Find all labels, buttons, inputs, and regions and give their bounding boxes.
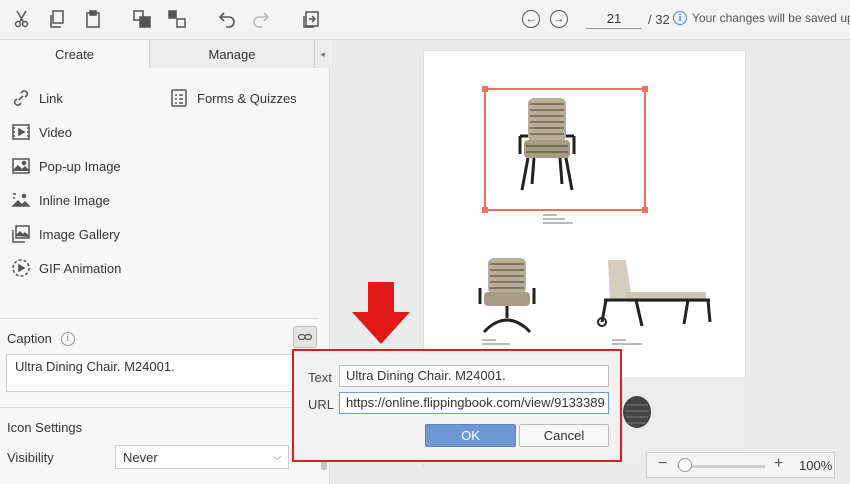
zoom-control: − + 100%	[646, 452, 835, 478]
product-caption	[612, 339, 642, 347]
tool-forms-quizzes[interactable]: Forms & Quizzes	[169, 88, 297, 108]
product-caption	[482, 339, 510, 347]
tool-inline-image[interactable]: Inline Image	[11, 190, 110, 210]
tool-gif-animation[interactable]: GIF Animation	[11, 258, 121, 278]
tool-label: Link	[39, 90, 63, 106]
redo-icon[interactable]	[251, 8, 273, 30]
collapse-sidebar-button[interactable]: ◂	[314, 40, 330, 68]
sidebar-tabs: Create Manage ◂	[0, 40, 330, 68]
bring-forward-icon[interactable]	[131, 8, 153, 30]
video-icon	[12, 124, 30, 140]
tool-label: Inline Image	[39, 192, 110, 208]
tab-create[interactable]: Create	[0, 40, 150, 68]
save-notice-text: Your changes will be saved upon	[692, 11, 850, 25]
cut-icon[interactable]	[12, 8, 34, 30]
text-label: Text	[308, 370, 332, 385]
page-number-input[interactable]	[586, 9, 642, 29]
link-icon	[297, 333, 313, 341]
form-icon	[171, 89, 187, 107]
visibility-select[interactable]: Never ⌵	[115, 445, 289, 469]
url-input[interactable]: https://online.flippingbook.com/view/913…	[339, 392, 609, 414]
tool-image-gallery[interactable]: Image Gallery	[11, 224, 120, 244]
ok-button[interactable]: OK	[425, 424, 516, 447]
left-sidebar: Create Manage ◂ Link Forms & Quizzes Vid…	[0, 40, 330, 484]
undo-icon[interactable]	[215, 8, 237, 30]
tool-label: Video	[39, 124, 73, 140]
zoom-in-button[interactable]: +	[774, 455, 783, 473]
tool-label: Image Gallery	[39, 226, 120, 242]
chevron-down-icon: ⌵	[273, 451, 281, 463]
caption-label: Caption i	[7, 331, 75, 346]
resize-handle[interactable]	[482, 86, 488, 92]
tool-label: Pop-up Image	[39, 158, 121, 174]
info-icon[interactable]: i	[60, 331, 75, 346]
image-icon	[12, 158, 30, 174]
next-page-icon[interactable]: →	[550, 10, 568, 28]
selected-link-area[interactable]	[482, 86, 648, 213]
link-icon	[13, 90, 29, 106]
url-label: URL	[308, 397, 335, 412]
divider	[0, 407, 318, 408]
swivel-chair-image[interactable]	[474, 256, 540, 336]
save-notice: i Your changes will be saved upon	[673, 11, 850, 25]
icon-settings-title: Icon Settings	[7, 420, 83, 435]
tool-label: GIF Animation	[39, 260, 122, 276]
page-navigation: ← → / 32	[522, 8, 670, 30]
tool-video[interactable]: Video	[11, 122, 72, 142]
total-pages: / 32	[648, 11, 670, 27]
tab-manage[interactable]: Manage	[150, 40, 314, 68]
tool-popup-image[interactable]: Pop-up Image	[11, 156, 121, 176]
resize-handle[interactable]	[642, 207, 648, 213]
link-text-input[interactable]: Ultra Dining Chair. M24001.	[339, 365, 609, 387]
zoom-out-button[interactable]: −	[658, 455, 667, 473]
caption-input[interactable]: Ultra Dining Chair. M24001.	[6, 354, 318, 392]
info-icon[interactable]: i	[673, 11, 687, 25]
prev-page-icon[interactable]: ←	[522, 10, 540, 28]
resize-handle[interactable]	[482, 207, 488, 213]
chaise-lounge-image[interactable]	[596, 256, 714, 336]
divider	[0, 318, 318, 319]
zoom-slider-handle[interactable]	[678, 458, 692, 472]
resize-handle[interactable]	[642, 86, 648, 92]
cancel-button[interactable]: Cancel	[519, 424, 609, 447]
product-caption	[543, 214, 573, 226]
copy-icon[interactable]	[46, 8, 68, 30]
arrow-down-icon	[352, 282, 410, 344]
caption-label-text: Caption	[7, 331, 52, 346]
tool-label: Forms & Quizzes	[197, 90, 297, 106]
fabric-swatch-image	[623, 396, 651, 428]
visibility-label: Visibility	[7, 450, 54, 465]
gif-icon	[12, 259, 30, 277]
send-backward-icon[interactable]	[166, 8, 188, 30]
top-toolbar: ← → / 32 i Your changes will be saved up…	[0, 0, 850, 40]
visibility-value: Never	[123, 449, 158, 465]
gallery-icon	[12, 225, 30, 243]
inline-image-icon	[11, 193, 31, 207]
link-caption-button[interactable]	[293, 326, 317, 348]
tool-link[interactable]: Link	[11, 88, 63, 108]
replace-page-icon[interactable]	[300, 8, 322, 30]
link-dialog: Text Ultra Dining Chair. M24001. URL htt…	[292, 349, 622, 462]
paste-icon[interactable]	[82, 8, 104, 30]
zoom-level: 100%	[799, 458, 833, 473]
